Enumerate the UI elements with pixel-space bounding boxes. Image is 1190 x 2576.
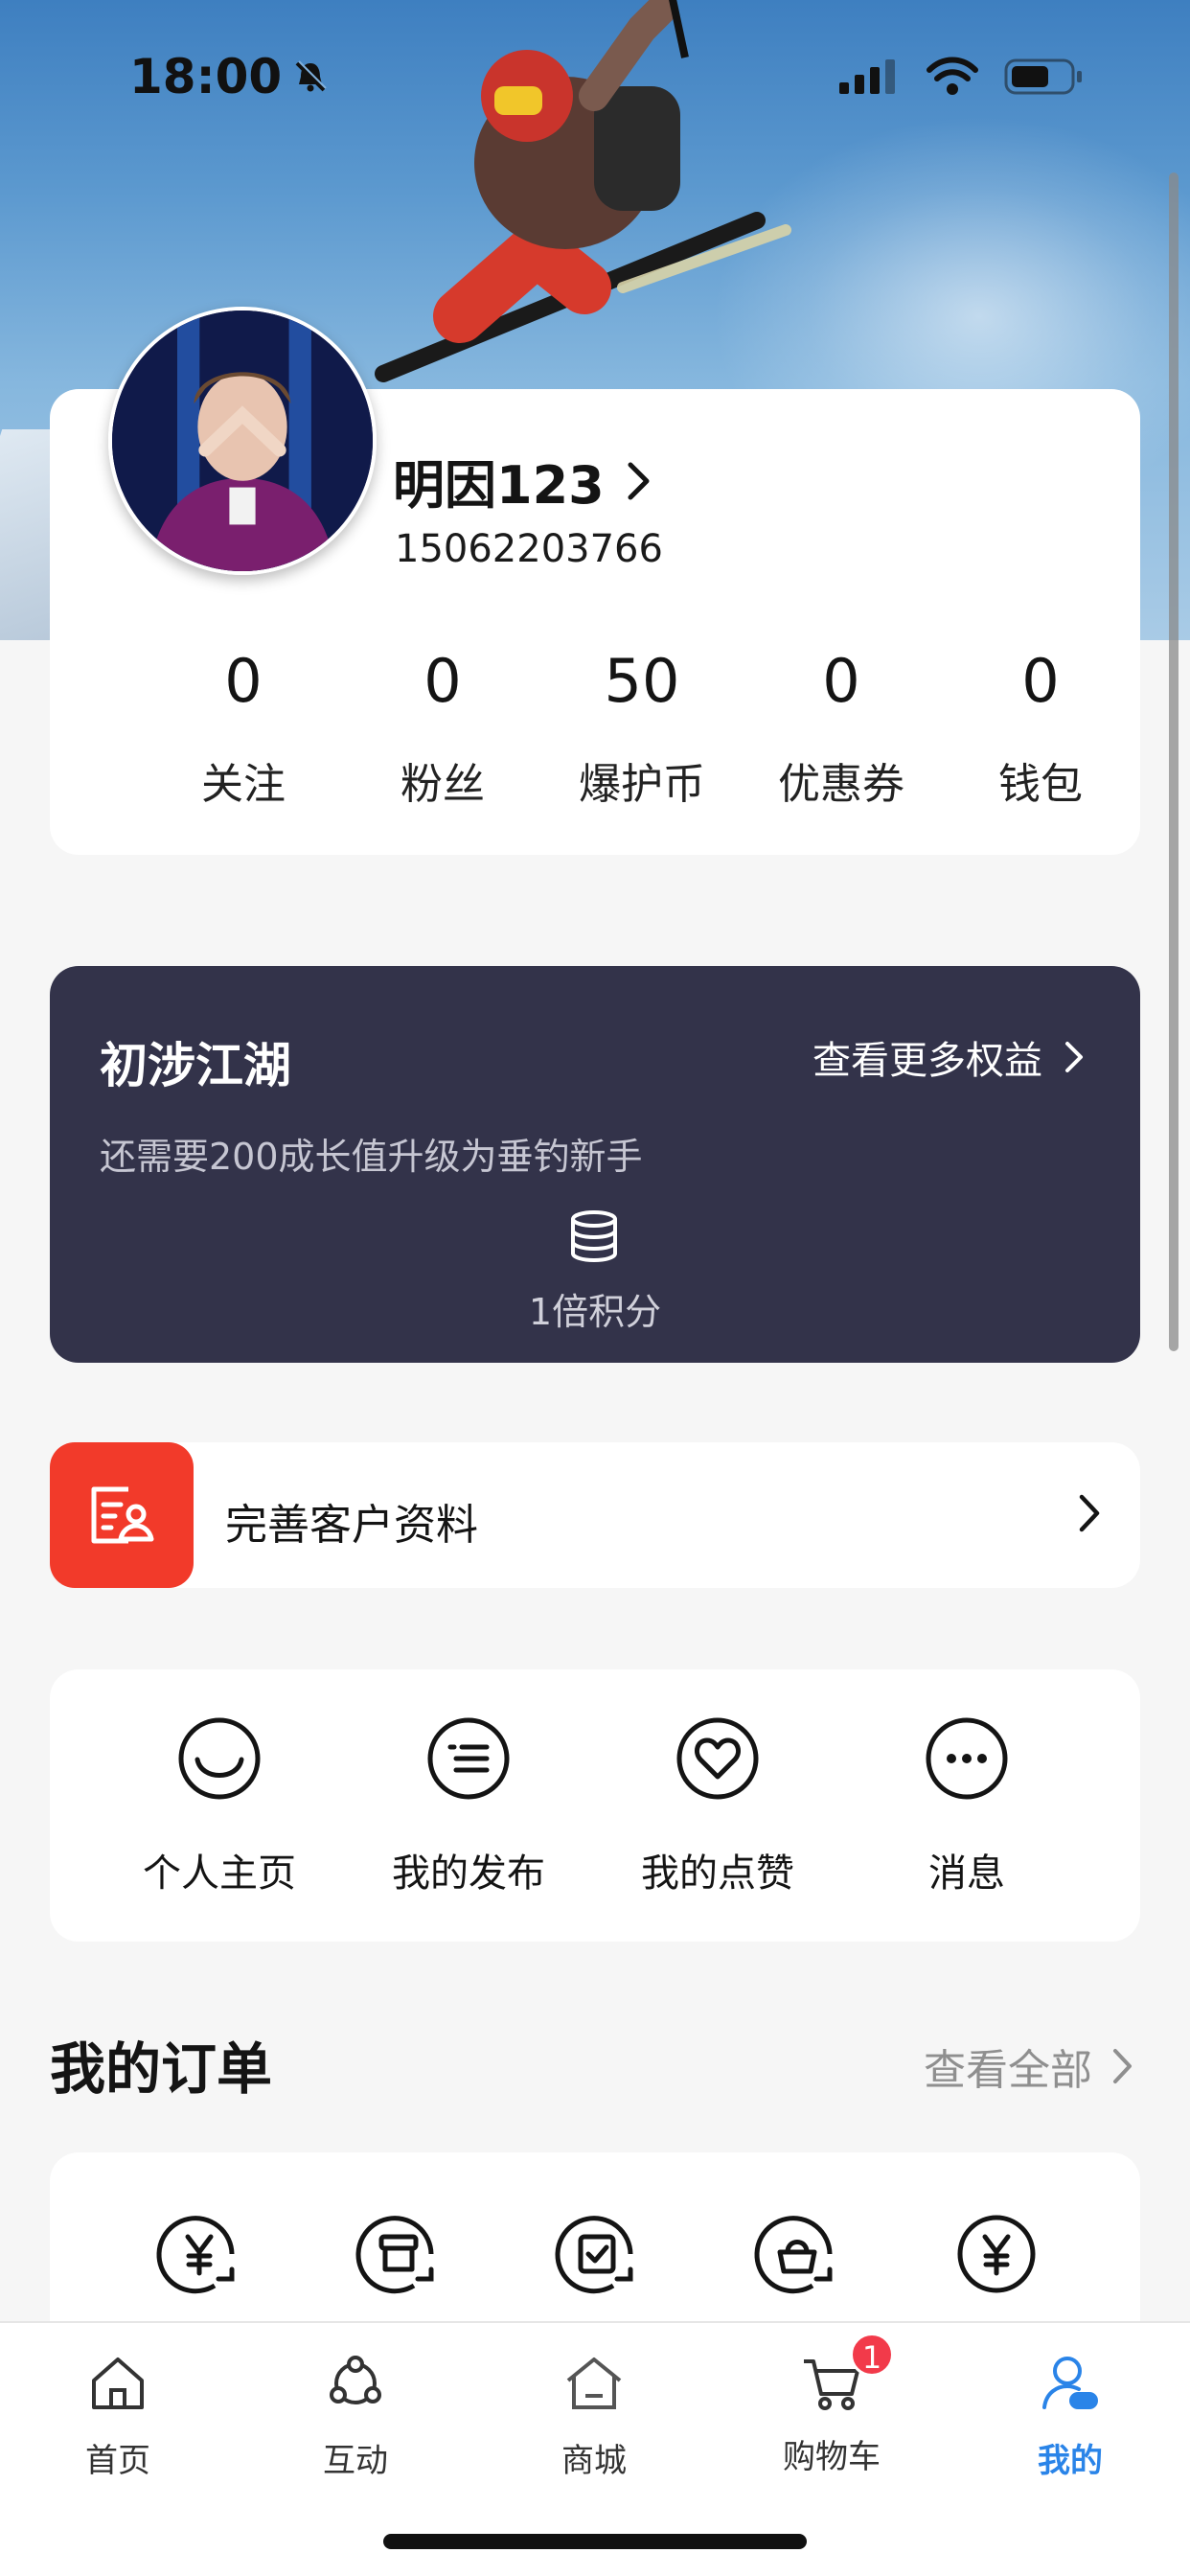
status-bar: 18:00 (0, 0, 1190, 153)
battery-icon (1004, 58, 1082, 95)
id-card-icon (91, 1486, 154, 1544)
stat-value: 0 (224, 646, 263, 716)
profile-card-icon-tile (50, 1442, 194, 1588)
view-all-orders-link[interactable]: 查看全部 (924, 2036, 1134, 2097)
action-label: 个人主页 (143, 1852, 296, 1896)
mute-bell-icon (295, 60, 327, 92)
action-messages[interactable]: 消息 (861, 1715, 1072, 1898)
stat-value: 50 (604, 646, 680, 716)
tab-label: 我的 (1038, 2442, 1103, 2480)
avatar[interactable] (108, 307, 377, 575)
tab-label: 首页 (85, 2442, 150, 2480)
points-multiplier: 1倍积分 (528, 1291, 662, 1333)
stat-fans[interactable]: 0 粉丝 (343, 652, 542, 811)
clock-text: 18:00 (129, 49, 283, 104)
tab-home[interactable]: 首页 (32, 2352, 204, 2481)
yen-icon[interactable] (952, 2210, 1041, 2298)
stat-value: 0 (822, 646, 860, 716)
stat-label: 钱包 (998, 760, 1083, 809)
stat-coins[interactable]: 50 爆护币 (542, 652, 742, 811)
action-label: 我的发布 (392, 1852, 545, 1896)
stat-value: 0 (1021, 646, 1060, 716)
stat-coupons[interactable]: 0 优惠券 (742, 652, 941, 811)
coins-stack-icon (571, 1210, 617, 1263)
member-level-card: 初涉江湖 查看更多权益 还需要200成长值升级为垂钓新手 1倍积分 (50, 966, 1140, 1363)
home-icon (92, 2358, 144, 2409)
status-time: 18:00 (129, 49, 330, 104)
tab-cart[interactable]: 1 购物车 (745, 2333, 918, 2477)
stat-label: 关注 (201, 760, 286, 809)
profile-icon (1042, 2357, 1098, 2409)
orders-title: 我的订单 (50, 2036, 273, 2102)
username-link[interactable]: 明因123 (393, 443, 652, 518)
stats-row: 0 关注 0 粉丝 50 爆护币 0 优惠券 0 钱包 (50, 652, 1140, 811)
action-personal-homepage[interactable]: 个人主页 (114, 1715, 325, 1898)
view-all-label: 查看全部 (924, 2046, 1092, 2095)
action-label: 消息 (928, 1852, 1005, 1896)
tab-interact[interactable]: 互动 (269, 2352, 442, 2481)
tab-label: 互动 (323, 2442, 388, 2480)
stat-label: 粉丝 (400, 760, 485, 809)
level-title: 初涉江湖 (100, 1038, 291, 1093)
view-more-label: 查看更多权益 (812, 1039, 1042, 1083)
chevron-right-icon (1065, 1042, 1083, 1072)
complete-profile-label: 完善客户资料 (225, 1501, 478, 1550)
stat-label: 爆护币 (579, 760, 705, 809)
signal-icon (839, 59, 895, 94)
cart-icon-wrap: 1 (800, 2333, 894, 2415)
box-icon[interactable] (355, 2210, 443, 2298)
tab-profile[interactable]: 我的 (984, 2352, 1156, 2481)
stat-wallet[interactable]: 0 钱包 (941, 652, 1140, 811)
mall-icon (566, 2358, 622, 2409)
username-text: 明因123 (393, 455, 605, 516)
wifi-icon (927, 57, 978, 95)
scrollbar[interactable] (1169, 172, 1179, 1351)
home-indicator[interactable] (383, 2534, 807, 2549)
smile-icon (178, 1717, 261, 1800)
view-more-benefits-link[interactable]: 查看更多权益 (812, 1029, 1085, 1085)
check-icon[interactable] (554, 2210, 642, 2298)
heart-icon (676, 1717, 759, 1800)
chevron-right-icon (1113, 2049, 1132, 2083)
list-icon (427, 1717, 510, 1800)
quick-actions-card: 个人主页 我的发布 我的点赞 消息 (50, 1669, 1140, 1942)
stat-value: 0 (423, 646, 462, 716)
tab-mall[interactable]: 商城 (508, 2352, 680, 2481)
tab-label: 购物车 (783, 2438, 881, 2476)
cart-badge: 1 (850, 2333, 894, 2377)
avatar-image (112, 310, 373, 571)
chevron-right-icon (1079, 1494, 1100, 1532)
level-description: 还需要200成长值升级为垂钓新手 (100, 1136, 643, 1178)
payment-icon[interactable] (155, 2210, 243, 2298)
action-label: 我的点赞 (641, 1852, 794, 1896)
stat-label: 优惠券 (778, 760, 904, 809)
tab-label: 商城 (561, 2442, 627, 2480)
action-my-likes[interactable]: 我的点赞 (612, 1715, 823, 1898)
phone-number: 15062203766 (395, 527, 663, 571)
complete-profile-row[interactable]: 完善客户资料 (50, 1442, 1140, 1588)
bag-icon[interactable] (753, 2210, 841, 2298)
more-dots-icon (926, 1717, 1008, 1800)
stat-following[interactable]: 0 关注 (144, 652, 343, 811)
interact-icon (330, 2356, 381, 2404)
action-my-posts[interactable]: 我的发布 (363, 1715, 574, 1898)
chevron-right-icon (628, 462, 650, 499)
